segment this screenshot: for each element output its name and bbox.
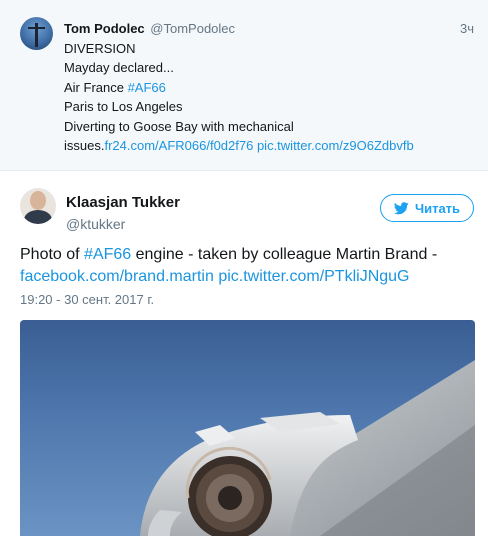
tweet-line: Diverting to Goose Bay with mechanical <box>64 118 294 134</box>
follow-button[interactable]: Читать <box>380 194 474 222</box>
follow-label: Читать <box>414 200 461 216</box>
tweet-line: Paris to Los Angeles <box>64 99 183 115</box>
avatar-head-shape <box>30 191 46 210</box>
author-name[interactable]: Klaasjan Tukker <box>66 194 180 211</box>
avatar-bar-shape <box>28 27 45 29</box>
tweet-time[interactable]: 3ч <box>460 21 474 36</box>
tweet-header: Tom Podolec @TomPodolec <box>64 21 235 36</box>
pic-link[interactable]: pic.twitter.com/z9O6Zdbvfb <box>257 138 414 153</box>
tweet-line-text: Air France <box>64 79 128 95</box>
engine-photo-illustration <box>140 360 475 536</box>
fr24-link[interactable]: fr24.com/AFR066/f0d2f76 <box>104 138 253 153</box>
author-handle[interactable]: @ktukker <box>66 216 125 232</box>
hashtag-link[interactable]: #AF66 <box>128 80 166 95</box>
tweet-line-text: issues. <box>64 137 105 153</box>
tweet-line: issues.fr24.com/AFR066/f0d2f76 pic.twitt… <box>64 136 474 155</box>
tweet-text-part: engine - taken by colleague Martin Brand… <box>131 246 438 263</box>
avatar-body-shape <box>24 210 52 224</box>
divider <box>0 170 488 171</box>
hashtag-link[interactable]: #AF66 <box>84 246 131 263</box>
tweet-text: DIVERSION Mayday declared... Air France … <box>64 39 474 155</box>
tweet-line: Mayday declared... <box>64 60 174 76</box>
author-name[interactable]: Tom Podolec <box>64 21 145 36</box>
facebook-link[interactable]: facebook.com/brand.martin <box>20 268 214 285</box>
avatar[interactable] <box>20 17 53 50</box>
author-handle[interactable]: @TomPodolec <box>150 21 235 36</box>
tweet-text: Photo of #AF66 engine - taken by colleag… <box>20 244 475 288</box>
tweet-line: Air France #AF66 <box>64 78 474 97</box>
avatar[interactable] <box>20 188 56 224</box>
twitter-bird-icon <box>393 201 409 214</box>
tweet-text-part: Photo of <box>20 246 85 263</box>
tweet-date[interactable]: 19:20 - 30 сент. 2017 г. <box>20 292 154 307</box>
quoted-tweet: Tom Podolec @TomPodolec 3ч DIVERSION May… <box>0 0 488 170</box>
tweet-line: DIVERSION <box>64 41 136 56</box>
tweet-photo[interactable] <box>20 320 475 536</box>
pic-link[interactable]: pic.twitter.com/PTkliJNguG <box>218 268 409 285</box>
